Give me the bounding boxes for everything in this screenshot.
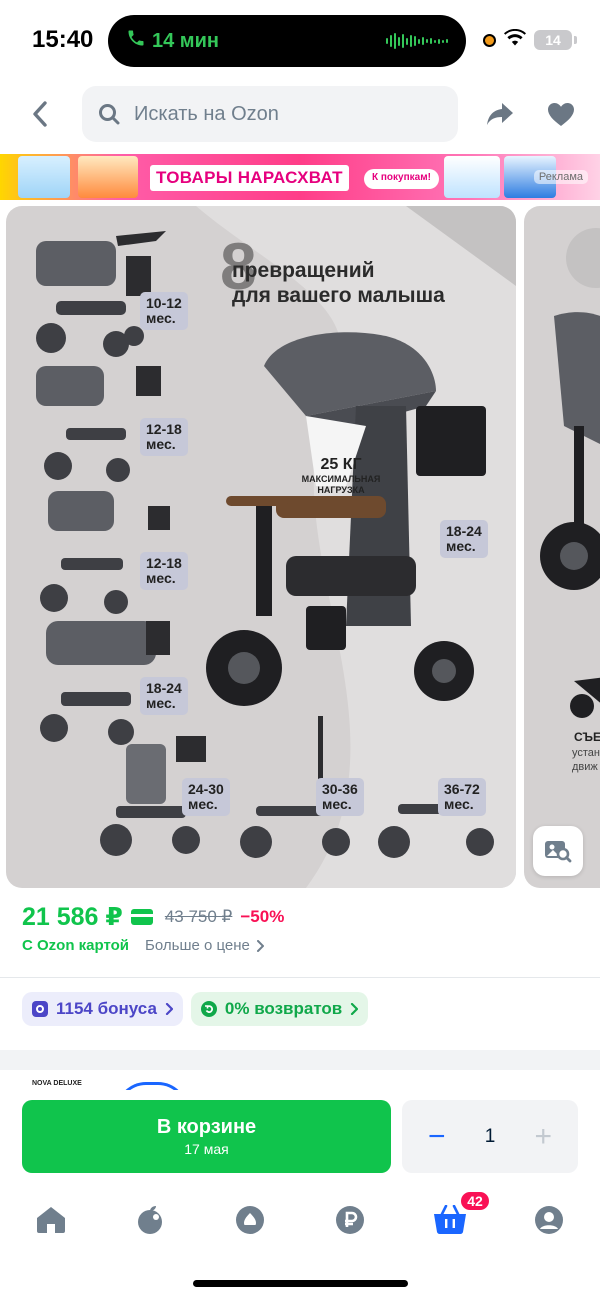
call-indicator[interactable]: 14 мин (126, 28, 219, 54)
brand-logo[interactable]: NOVA DELUXE (32, 1080, 82, 1087)
status-indicators: 14 (483, 28, 577, 51)
more-about-price-label: Больше о цене (145, 937, 250, 954)
share-icon (487, 103, 513, 125)
nav-recommendations[interactable] (230, 1200, 270, 1240)
cart-count-badge: 42 (459, 1190, 491, 1212)
nav-home[interactable] (31, 1200, 71, 1240)
discount-badge: −50% (240, 907, 285, 926)
quantity-stepper: − 1 + (402, 1100, 578, 1173)
profile-icon (535, 1206, 563, 1234)
age-tag: 12-18 мес. (140, 552, 188, 590)
more-about-price-link[interactable]: Больше о цене (145, 937, 264, 954)
age-tag: 24-30 мес. (182, 778, 230, 816)
section-separator (0, 1050, 600, 1070)
status-bar: 15:40 14 мин 14 (0, 0, 600, 82)
recording-dot-icon (483, 33, 496, 47)
promo-banner[interactable]: ТОВАРЫ НАРАСХВАТ К покупкам! Реклама (0, 154, 600, 200)
divider (0, 977, 600, 978)
return-icon (200, 1001, 217, 1017)
returns-label: 0% возвратов (224, 999, 343, 1018)
chevron-right-icon (256, 939, 264, 952)
ozon-card-label: С Ozon картой (22, 937, 130, 954)
current-price: 21 586 ₽ (22, 903, 123, 931)
product-image[interactable]: 8 превращений для вашего малыша 25 КГ МА… (6, 206, 516, 888)
bonus-label: 1154 бонуса (56, 999, 157, 1018)
next-card-title: СЪЕ (574, 730, 600, 744)
phone-icon (126, 28, 146, 54)
image-search-button[interactable] (533, 826, 583, 876)
decrease-quantity-button[interactable]: − (428, 1121, 446, 1152)
home-indicator[interactable] (193, 1280, 408, 1287)
image-headline: превращений для вашего малыша (232, 258, 445, 308)
wifi-icon (504, 28, 526, 51)
share-button[interactable] (482, 96, 518, 132)
call-duration: 14 мин (152, 29, 219, 52)
audio-wave-icon (386, 33, 448, 49)
action-bar: В корзине 17 мая − 1 + (0, 1090, 600, 1186)
nav-fresh[interactable] (130, 1200, 170, 1240)
battery-icon: 14 (534, 30, 577, 50)
header: Искать на Ozon (0, 82, 600, 146)
battery-level: 14 (545, 32, 561, 48)
favorite-button[interactable] (543, 96, 579, 132)
home-icon (37, 1207, 65, 1233)
quantity-value: 1 (484, 1125, 496, 1147)
baby-food-image (444, 156, 500, 198)
chevron-left-icon (33, 101, 47, 127)
heart-icon (548, 102, 574, 126)
age-tag: 12-18 мес. (140, 418, 188, 456)
search-input[interactable]: Искать на Ozon (82, 86, 458, 142)
diapers-image (78, 156, 138, 198)
ozon-card-icon (130, 909, 153, 925)
delivery-date: 17 мая (184, 1141, 229, 1157)
search-placeholder: Искать на Ozon (134, 102, 279, 125)
returns-chip[interactable]: 0% возвратов (190, 992, 369, 1026)
age-tag: 10-12 мес. (140, 292, 188, 330)
max-load-caption: МАКСИМАЛЬНАЯ НАГРУЗКА (301, 474, 381, 495)
bonus-chip[interactable]: 1154 бонуса (22, 992, 183, 1026)
image-search-icon (545, 841, 572, 863)
benefit-chips: 1154 бонуса 0% возвратов (22, 992, 369, 1026)
max-load-label: 25 КГ МАКСИМАЛЬНАЯ НАГРУЗКА (298, 456, 384, 496)
back-button[interactable] (22, 96, 58, 132)
age-tag: 30-36 мес. (316, 778, 364, 816)
status-time: 15:40 (32, 26, 94, 53)
recommendations-icon (236, 1206, 264, 1234)
product-gallery[interactable]: 8 превращений для вашего малыша 25 КГ МА… (0, 206, 600, 888)
bonus-icon (32, 1001, 48, 1017)
banner-cta-button[interactable]: К покупкам! (364, 169, 439, 189)
cart-icon (434, 1205, 466, 1235)
chevron-right-icon (351, 1003, 359, 1015)
age-tag: 18-24 мес. (140, 677, 188, 715)
chevron-right-icon (165, 1003, 173, 1015)
nav-profile[interactable] (529, 1200, 569, 1240)
next-gallery-card[interactable]: СЪЕ устан движ (524, 206, 600, 888)
headline-line-1: превращений (232, 259, 375, 282)
banner-title: ТОВАРЫ НАРАСХВАТ (150, 165, 349, 191)
next-card-illustration (540, 228, 600, 718)
in-cart-label: В корзине (156, 1116, 257, 1138)
next-card-subtitle: устан движ (572, 747, 600, 773)
ad-label: Реклама (533, 170, 588, 184)
nav-finance[interactable] (330, 1200, 370, 1240)
dynamic-island[interactable]: 14 мин (108, 15, 466, 67)
age-tag: 36-72 мес. (438, 778, 486, 816)
max-load-value: 25 КГ (320, 456, 362, 473)
age-tag: 18-24 мес. (440, 520, 488, 558)
old-price: 43 750 ₽ (164, 907, 233, 926)
water-bottle-image (18, 156, 70, 198)
search-icon (99, 104, 120, 125)
fruit-icon (138, 1206, 162, 1234)
price-details-row: С Ozon картой Больше о цене (22, 937, 264, 954)
price-row: 21 586 ₽ 43 750 ₽ −50% (22, 902, 284, 932)
increase-quantity-button[interactable]: + (534, 1121, 552, 1152)
bottom-navigation (0, 1190, 600, 1250)
in-cart-button[interactable]: В корзине 17 мая (22, 1100, 391, 1173)
headline-line-2: для вашего малыша (232, 284, 445, 307)
finance-icon (336, 1206, 364, 1234)
